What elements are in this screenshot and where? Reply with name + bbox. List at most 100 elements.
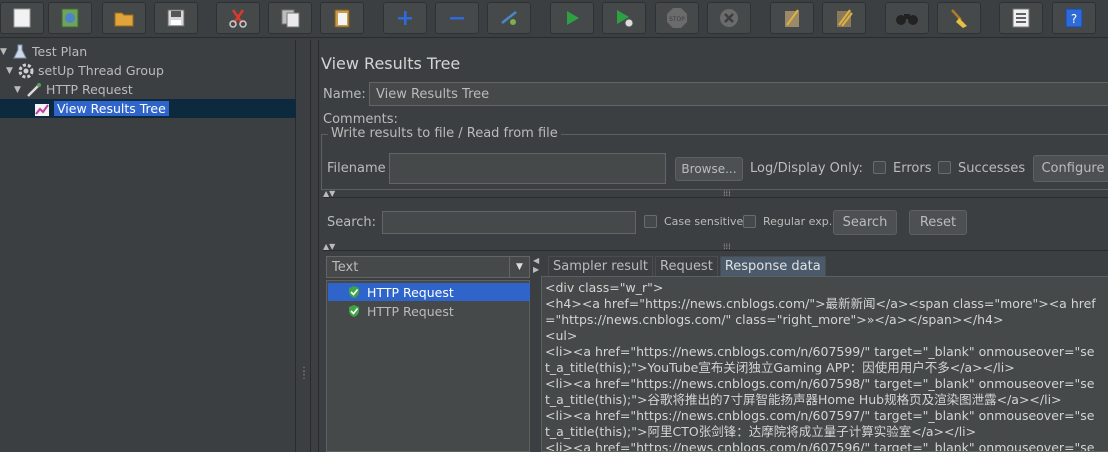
search-button[interactable]	[885, 2, 929, 34]
search-input[interactable]	[382, 211, 636, 234]
toolbar: STOP ?	[0, 0, 1108, 38]
open-button[interactable]	[102, 2, 146, 34]
flask-icon	[12, 44, 28, 60]
configure-button[interactable]: Configure	[1033, 155, 1108, 182]
success-shield-icon	[349, 305, 359, 317]
panel-title: View Results Tree	[321, 54, 461, 73]
tree-item-label: setUp Thread Group	[38, 63, 164, 78]
grip-handle: ⋮ ⋮	[299, 366, 309, 381]
result-item[interactable]: HTTP Request	[347, 302, 454, 320]
name-field[interactable]: View Results Tree	[369, 82, 1108, 106]
file-group-title: Write results to file / Read from file	[328, 126, 561, 141]
tab-request[interactable]: Request	[655, 256, 718, 276]
response-line: <h4><a href="https://news.cnblogs.com/">…	[545, 296, 1096, 311]
response-line: <li><a href="https://news.cnblogs.com/n/…	[545, 408, 1095, 423]
name-label: Name:	[323, 87, 366, 102]
tree-item-view-results-tree[interactable]: View Results Tree	[0, 99, 296, 118]
help-icon: ?	[1065, 8, 1083, 28]
shutdown-button[interactable]	[707, 2, 751, 34]
response-line: <div class="w_r">	[545, 280, 664, 295]
tab-sampler-result[interactable]: Sampler result	[548, 256, 653, 276]
help-button[interactable]: ?	[1052, 2, 1096, 34]
expand-button[interactable]	[383, 2, 427, 34]
gear-icon	[18, 63, 34, 79]
plus-icon	[398, 11, 412, 25]
start-no-pause-button[interactable]	[602, 2, 646, 34]
save-icon	[167, 9, 185, 27]
templates-button[interactable]	[48, 2, 92, 34]
svg-text:STOP: STOP	[669, 16, 685, 23]
result-tabs: Sampler result Request Response data	[548, 256, 828, 276]
sample-result-list: HTTP Request HTTP Request	[326, 280, 530, 452]
broom-clear-all-icon	[837, 9, 853, 27]
test-plan-tree: ▼ Test Plan ▼ setUp Thread Group ▼ HTTP …	[0, 40, 296, 452]
stop-button[interactable]: STOP	[655, 2, 699, 34]
tab-response-data[interactable]: Response data	[719, 256, 826, 276]
toggle-button[interactable]	[487, 2, 531, 34]
collapse-arrow-icon[interactable]: ▼	[0, 47, 10, 57]
response-line: <ul>	[545, 328, 578, 343]
pipette-icon	[26, 82, 42, 98]
new-file-icon	[13, 8, 31, 28]
tree-item-label: View Results Tree	[54, 101, 169, 116]
renderer-value: Text	[332, 259, 359, 275]
templates-icon	[61, 8, 79, 28]
successes-label: Successes	[958, 161, 1026, 176]
play-icon	[567, 11, 579, 25]
errors-label: Errors	[893, 161, 932, 176]
tree-item-test-plan[interactable]: ▼ Test Plan	[0, 42, 87, 61]
collapse-button[interactable]	[435, 2, 479, 34]
new-button[interactable]	[0, 2, 44, 34]
copy-icon	[281, 9, 300, 28]
result-item-label: HTTP Request	[367, 284, 454, 300]
results-splitter[interactable]: ◀ ▶	[533, 256, 541, 452]
filename-field[interactable]	[389, 153, 666, 184]
chart-icon	[34, 101, 50, 117]
cut-button[interactable]	[216, 2, 260, 34]
successes-checkbox[interactable]	[938, 161, 951, 174]
response-data-text[interactable]: <div class="w_r"> <h4><a href="https://n…	[541, 276, 1108, 452]
tree-item-label: Test Plan	[32, 44, 88, 59]
result-item[interactable]: HTTP Request	[328, 283, 530, 301]
broom-icon	[951, 9, 967, 28]
function-helper-button[interactable]	[999, 2, 1043, 34]
split-divider-bottom[interactable]: ▲▼ ⁞⁞⁞	[323, 242, 1108, 251]
renderer-select[interactable]: Text ▼	[326, 256, 530, 278]
comments-label: Comments:	[323, 112, 398, 127]
collapse-arrow-icon[interactable]: ▼	[14, 85, 24, 95]
search-action-button[interactable]: Search	[833, 210, 897, 235]
regex-checkbox[interactable]	[743, 215, 756, 228]
start-button[interactable]	[550, 2, 594, 34]
case-sensitive-label: Case sensitive	[664, 215, 744, 228]
reset-search-button[interactable]	[937, 2, 981, 34]
tree-item-setup-thread-group[interactable]: ▼ setUp Thread Group	[6, 61, 164, 80]
reset-button[interactable]: Reset	[909, 210, 967, 235]
clear-button[interactable]	[770, 2, 814, 34]
chevron-down-icon[interactable]: ▼	[509, 257, 529, 277]
clear-all-button[interactable]	[822, 2, 866, 34]
filename-label: Filename	[327, 161, 386, 176]
response-line: ="https://news.cnblogs.com/" class="righ…	[545, 312, 1004, 327]
result-item-label: HTTP Request	[367, 303, 454, 319]
case-sensitive-checkbox[interactable]	[644, 215, 657, 228]
broom-clear-icon	[785, 9, 799, 27]
save-button[interactable]	[154, 2, 198, 34]
list-icon	[1012, 8, 1030, 28]
tree-item-label: HTTP Request	[46, 82, 133, 97]
svg-text:?: ?	[1071, 12, 1077, 26]
log-display-label: Log/Display Only:	[750, 161, 863, 176]
copy-button[interactable]	[268, 2, 312, 34]
collapse-arrow-icon[interactable]: ▼	[6, 66, 16, 76]
browse-button[interactable]: Browse...	[675, 157, 743, 181]
split-arrows-icon[interactable]: ◀ ▶	[533, 256, 539, 274]
regex-label: Regular exp.	[763, 215, 833, 228]
tree-splitter[interactable]: ⋮ ⋮	[297, 40, 311, 452]
split-divider-top[interactable]: ▲▼ ⁞⁞⁞	[323, 189, 1108, 198]
shutdown-icon	[720, 9, 738, 27]
toggle-icon	[501, 11, 517, 25]
errors-checkbox[interactable]	[873, 161, 886, 174]
paste-button[interactable]	[320, 2, 364, 34]
cut-icon	[229, 9, 247, 28]
paste-icon	[334, 9, 350, 28]
tree-item-http-request[interactable]: ▼ HTTP Request	[14, 80, 133, 99]
